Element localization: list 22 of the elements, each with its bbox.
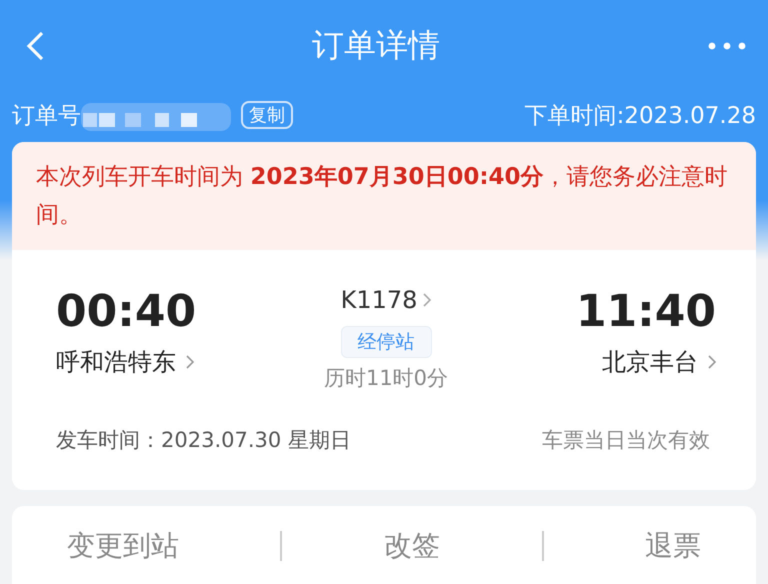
arrival-time: 11:40 — [576, 286, 716, 338]
trip-duration: 历时11时0分 — [324, 365, 448, 392]
stops-button[interactable]: 经停站 — [340, 326, 432, 358]
order-number-label: 订单号 — [12, 102, 81, 130]
action-button[interactable]: 退票 — [637, 527, 710, 565]
chevron-right-icon[interactable] — [708, 355, 716, 369]
copy-button[interactable]: 复制 — [241, 101, 293, 129]
more-icon[interactable] — [708, 42, 746, 50]
chevron-right-icon[interactable] — [423, 293, 432, 307]
chevron-right-icon[interactable] — [186, 355, 194, 369]
action-button[interactable]: 改签 — [376, 527, 448, 565]
arrival-station[interactable]: 北京丰台 — [602, 346, 698, 378]
train-number[interactable]: K1178 — [340, 286, 418, 314]
page-title: 订单详情 — [312, 25, 440, 66]
notice-text: 本次列车开车时间为 2023年07月30日00:40分，请您务必注意时间。 — [36, 163, 729, 230]
back-icon[interactable] — [26, 31, 44, 61]
action-button[interactable]: 变更到站 — [58, 527, 187, 565]
departure-time: 00:40 — [56, 286, 196, 338]
departure-station[interactable]: 呼和浩特东 — [56, 346, 176, 378]
departure-date: 发车时间：2023.07.30 星期日 — [56, 427, 351, 454]
ticket-validity: 车票当日当次有效 — [542, 427, 710, 454]
order-time: 下单时间:2023.07.28 — [524, 102, 756, 130]
